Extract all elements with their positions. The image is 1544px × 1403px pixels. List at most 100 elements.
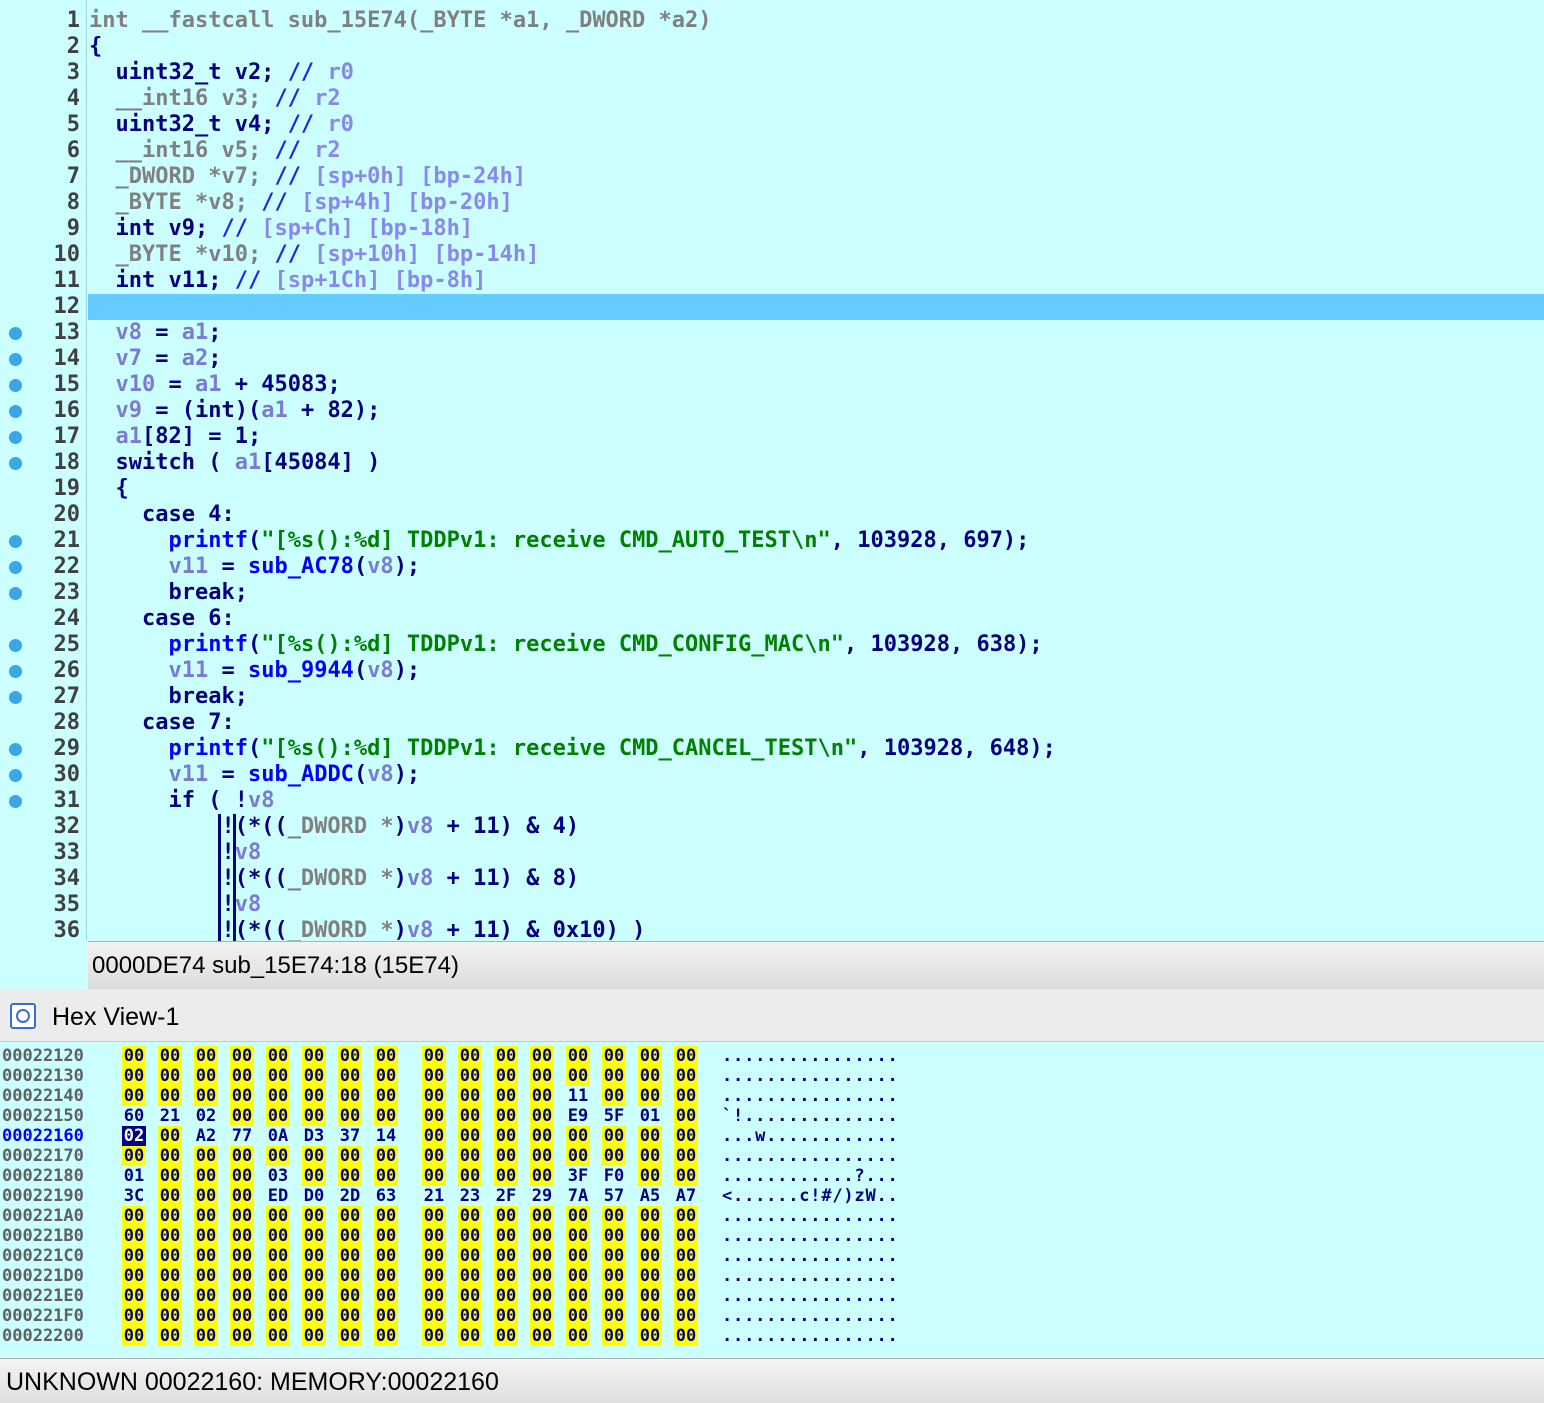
hex-byte[interactable]: 00 (638, 1246, 662, 1266)
hex-byte[interactable]: 00 (674, 1266, 698, 1286)
hex-byte[interactable]: 00 (566, 1066, 590, 1086)
hex-byte[interactable]: 00 (674, 1106, 698, 1126)
hex-byte[interactable]: 00 (494, 1066, 518, 1086)
hex-byte[interactable]: 00 (566, 1206, 590, 1226)
hex-byte[interactable]: 00 (374, 1226, 398, 1246)
hex-byte[interactable]: 00 (602, 1306, 626, 1326)
hex-byte[interactable]: 00 (374, 1326, 398, 1346)
hex-byte[interactable]: 00 (158, 1046, 182, 1066)
breakpoint-dot-icon[interactable] (9, 353, 22, 366)
hex-byte[interactable]: 00 (674, 1286, 698, 1306)
hex-byte[interactable]: 00 (302, 1306, 326, 1326)
hex-byte[interactable]: 00 (458, 1226, 482, 1246)
code-line[interactable]: 11 int v11; // [sp+1Ch] [bp-8h] (0, 268, 1544, 294)
hex-byte[interactable]: 00 (122, 1066, 146, 1086)
hex-byte[interactable]: 3F (566, 1166, 590, 1186)
hex-byte[interactable]: 00 (638, 1326, 662, 1346)
hex-byte[interactable]: 00 (374, 1306, 398, 1326)
code-line[interactable]: 29 printf("[%s():%d] TDDPv1: receive CMD… (0, 736, 1544, 762)
hex-byte[interactable]: 00 (302, 1226, 326, 1246)
hex-byte[interactable]: 00 (602, 1246, 626, 1266)
hex-byte[interactable]: 00 (266, 1306, 290, 1326)
hex-byte[interactable]: 00 (302, 1246, 326, 1266)
hex-byte[interactable]: 2F (494, 1186, 518, 1206)
hex-byte[interactable]: 00 (458, 1146, 482, 1166)
breakpoint-dot-icon[interactable] (9, 379, 22, 392)
hex-byte[interactable]: 00 (230, 1046, 254, 1066)
hex-byte[interactable]: 00 (158, 1206, 182, 1226)
hex-byte[interactable]: 00 (338, 1086, 362, 1106)
hex-byte[interactable]: 00 (566, 1146, 590, 1166)
code-line[interactable]: 27 break; (0, 684, 1544, 710)
hex-byte[interactable]: 14 (374, 1126, 398, 1146)
hex-byte[interactable]: 00 (494, 1126, 518, 1146)
hex-byte[interactable]: 00 (602, 1066, 626, 1086)
breakpoint-dot-icon[interactable] (9, 795, 22, 808)
hex-byte[interactable]: 00 (230, 1226, 254, 1246)
hex-byte[interactable]: 00 (230, 1146, 254, 1166)
hex-byte[interactable]: 00 (602, 1086, 626, 1106)
hex-byte[interactable]: 00 (338, 1266, 362, 1286)
hex-byte[interactable]: 00 (422, 1226, 446, 1246)
code-line[interactable]: 21 printf("[%s():%d] TDDPv1: receive CMD… (0, 528, 1544, 554)
hex-byte[interactable]: 00 (158, 1246, 182, 1266)
hex-byte[interactable]: 00 (530, 1106, 554, 1126)
hex-byte[interactable]: 00 (422, 1326, 446, 1346)
hex-byte[interactable]: 00 (338, 1226, 362, 1246)
hex-byte[interactable]: 00 (530, 1046, 554, 1066)
hex-byte[interactable]: 37 (338, 1126, 362, 1146)
hex-byte[interactable]: 00 (266, 1246, 290, 1266)
hex-byte[interactable]: 00 (338, 1306, 362, 1326)
hex-row[interactable]: 000221B0 00 00 00 00 00 00 00 00 00 00 00 00 00 00 00 00… (0, 1226, 1544, 1246)
hex-byte[interactable]: 00 (230, 1066, 254, 1086)
code-line[interactable]: 23 break; (0, 580, 1544, 606)
hex-byte[interactable]: 00 (374, 1166, 398, 1186)
hex-byte[interactable]: 00 (638, 1046, 662, 1066)
hex-byte[interactable]: 00 (422, 1146, 446, 1166)
hex-byte[interactable]: 00 (266, 1086, 290, 1106)
hex-byte[interactable]: 00 (494, 1166, 518, 1186)
hex-byte[interactable]: 00 (266, 1286, 290, 1306)
hex-byte[interactable]: 00 (374, 1066, 398, 1086)
hex-byte[interactable]: 00 (458, 1266, 482, 1286)
hex-byte[interactable]: 00 (494, 1226, 518, 1246)
hex-byte[interactable]: 00 (338, 1326, 362, 1346)
hex-byte[interactable]: 00 (638, 1266, 662, 1286)
hex-byte[interactable]: 00 (602, 1126, 626, 1146)
hex-byte[interactable]: 00 (338, 1146, 362, 1166)
hex-byte[interactable]: 00 (194, 1226, 218, 1246)
hex-row[interactable]: 000221D0 00 00 00 00 00 00 00 00 00 00 00 00 00 00 00 00… (0, 1266, 1544, 1286)
breakpoint-dot-icon[interactable] (9, 587, 22, 600)
hex-byte[interactable]: 00 (458, 1086, 482, 1106)
hex-byte[interactable]: A5 (638, 1186, 662, 1206)
hex-byte[interactable]: 00 (158, 1166, 182, 1186)
hex-row[interactable]: 00022120 00 00 00 00 00 00 00 00 00 00 00 00 00 00 00 00… (0, 1046, 1544, 1066)
hex-byte[interactable]: 00 (266, 1046, 290, 1066)
hex-byte[interactable]: 00 (422, 1066, 446, 1086)
hex-byte[interactable]: 00 (494, 1146, 518, 1166)
hex-byte[interactable]: 00 (230, 1206, 254, 1226)
hex-byte[interactable]: 00 (458, 1066, 482, 1086)
hex-byte[interactable]: 00 (638, 1146, 662, 1166)
hex-byte[interactable]: 00 (230, 1286, 254, 1306)
hex-byte[interactable]: 00 (494, 1106, 518, 1126)
hex-byte[interactable]: 00 (674, 1206, 698, 1226)
hex-byte[interactable]: 00 (674, 1066, 698, 1086)
hex-byte[interactable]: 00 (422, 1306, 446, 1326)
hex-row[interactable]: 00022190 3C 00 00 00 ED D0 2D 63 21 23 2F 29 7A 57 A5 A7… (0, 1186, 1544, 1206)
hex-byte[interactable]: 00 (374, 1206, 398, 1226)
hex-byte[interactable]: 11 (566, 1086, 590, 1106)
code-line[interactable]: 35 !v8 (0, 892, 1544, 918)
hex-byte[interactable]: 00 (302, 1066, 326, 1086)
hex-byte[interactable]: 00 (122, 1266, 146, 1286)
hex-byte[interactable]: 00 (458, 1286, 482, 1306)
hex-byte[interactable]: 00 (530, 1226, 554, 1246)
breakpoint-dot-icon[interactable] (9, 561, 22, 574)
breakpoint-dot-icon[interactable] (9, 691, 22, 704)
hex-byte[interactable]: 00 (494, 1246, 518, 1266)
hex-byte[interactable]: 00 (422, 1166, 446, 1186)
hex-byte[interactable]: 29 (530, 1186, 554, 1206)
code-line[interactable]: 13 v8 = a1; (0, 320, 1544, 346)
hex-byte[interactable]: 00 (158, 1226, 182, 1246)
hex-byte[interactable]: 00 (422, 1286, 446, 1306)
